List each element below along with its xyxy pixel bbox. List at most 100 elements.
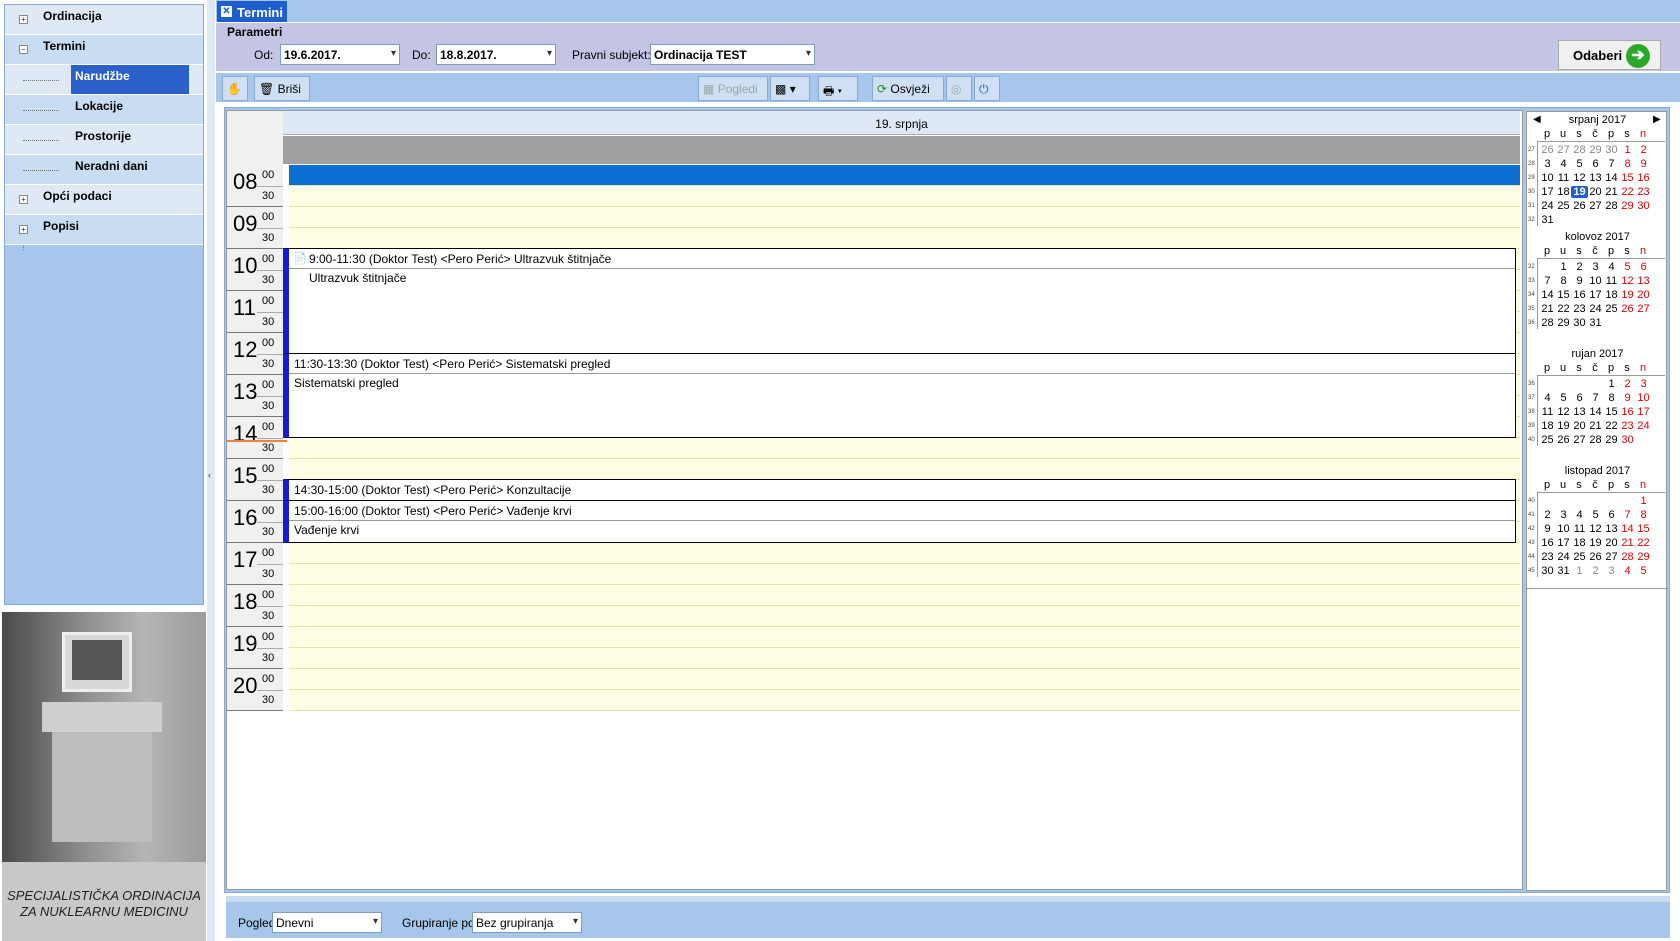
day-cell[interactable]: 13 bbox=[1603, 523, 1620, 535]
day-cell[interactable]: 3 bbox=[1587, 261, 1604, 273]
od-date-picker[interactable]: 19.6.2017. ▾ bbox=[280, 44, 400, 65]
day-cell[interactable]: 14 bbox=[1587, 406, 1604, 418]
day-cell[interactable]: 20 bbox=[1603, 537, 1620, 549]
day-cell[interactable]: 22 bbox=[1555, 303, 1572, 315]
day-cell[interactable]: 16 bbox=[1635, 172, 1652, 184]
new-appointment-button[interactable]: ✋ bbox=[222, 76, 248, 101]
expand-icon[interactable]: + bbox=[19, 15, 28, 24]
day-cell[interactable]: 5 bbox=[1619, 261, 1636, 273]
day-cell[interactable]: 4 bbox=[1619, 565, 1636, 577]
day-cell[interactable]: 1 bbox=[1555, 261, 1572, 273]
close-icon[interactable]: ✕ bbox=[221, 6, 232, 17]
day-cell[interactable]: 31 bbox=[1539, 214, 1556, 226]
day-cell[interactable]: 29 bbox=[1619, 200, 1636, 212]
day-cell[interactable]: 7 bbox=[1603, 158, 1620, 170]
day-cell[interactable]: 11 bbox=[1555, 172, 1572, 184]
day-cell[interactable]: 3 bbox=[1635, 378, 1652, 390]
collapse-icon[interactable]: − bbox=[19, 45, 28, 54]
time-slot[interactable] bbox=[283, 543, 1520, 564]
time-slot[interactable] bbox=[283, 207, 1520, 228]
collapse-arrow-icon[interactable]: ‹ bbox=[208, 470, 211, 480]
day-cell[interactable]: 20 bbox=[1571, 420, 1588, 432]
time-slot[interactable] bbox=[283, 564, 1520, 585]
day-cell[interactable]: 22 bbox=[1603, 420, 1620, 432]
time-slot[interactable] bbox=[283, 669, 1520, 690]
day-cell[interactable]: 31 bbox=[1555, 565, 1572, 577]
day-cell[interactable]: 25 bbox=[1555, 200, 1572, 212]
day-cell[interactable]: 29 bbox=[1587, 144, 1604, 156]
day-cell[interactable]: 16 bbox=[1571, 289, 1588, 301]
day-cell[interactable]: 2 bbox=[1539, 509, 1556, 521]
day-cell[interactable]: 1 bbox=[1619, 144, 1636, 156]
day-cell[interactable]: 1 bbox=[1571, 565, 1588, 577]
day-cell[interactable]: 2 bbox=[1587, 565, 1604, 577]
day-cell[interactable]: 20 bbox=[1587, 186, 1604, 198]
day-cell[interactable]: 6 bbox=[1603, 509, 1620, 521]
day-cell[interactable]: 5 bbox=[1635, 565, 1652, 577]
day-cell[interactable]: 24 bbox=[1555, 551, 1572, 563]
day-cell[interactable]: 28 bbox=[1571, 144, 1588, 156]
day-cell[interactable]: 5 bbox=[1555, 392, 1572, 404]
day-cell[interactable]: 15 bbox=[1603, 406, 1620, 418]
day-cell[interactable]: 18 bbox=[1571, 537, 1588, 549]
day-cell[interactable]: 12 bbox=[1571, 172, 1588, 184]
day-cell[interactable]: 13 bbox=[1571, 406, 1588, 418]
day-cell[interactable]: 5 bbox=[1587, 509, 1604, 521]
nav-item-4[interactable]: Prostorije bbox=[5, 125, 203, 155]
day-cell[interactable]: 18 bbox=[1539, 420, 1556, 432]
time-slot[interactable] bbox=[283, 459, 1520, 480]
time-slot[interactable] bbox=[283, 627, 1520, 648]
all-day-area[interactable] bbox=[283, 136, 1520, 164]
nav-item-1[interactable]: − Termini bbox=[5, 35, 203, 65]
day-cell[interactable]: 27 bbox=[1635, 303, 1652, 315]
time-slot[interactable] bbox=[283, 585, 1520, 606]
day-cell[interactable]: 25 bbox=[1539, 434, 1556, 446]
day-cell[interactable]: 12 bbox=[1555, 406, 1572, 418]
day-cell[interactable]: 24 bbox=[1587, 303, 1604, 315]
day-cell[interactable]: 6 bbox=[1587, 158, 1604, 170]
day-cell[interactable]: 1 bbox=[1603, 378, 1620, 390]
day-cell[interactable]: 19 bbox=[1587, 537, 1604, 549]
splitter[interactable]: ‹ bbox=[207, 0, 215, 941]
day-cell[interactable]: 25 bbox=[1603, 303, 1620, 315]
day-cell[interactable]: 17 bbox=[1539, 186, 1556, 198]
day-cell[interactable]: 3 bbox=[1539, 158, 1556, 170]
pogledi-button[interactable]: ▦ Pogledi bbox=[698, 76, 768, 101]
day-cell[interactable]: 22 bbox=[1619, 186, 1636, 198]
day-cell[interactable]: 8 bbox=[1603, 392, 1620, 404]
day-cell[interactable]: 20 bbox=[1635, 289, 1652, 301]
day-cell[interactable]: 6 bbox=[1635, 261, 1652, 273]
day-cell[interactable]: 23 bbox=[1539, 551, 1556, 563]
day-cell[interactable]: 11 bbox=[1539, 406, 1556, 418]
day-cell[interactable]: 12 bbox=[1619, 275, 1636, 287]
day-cell[interactable]: 21 bbox=[1587, 420, 1604, 432]
day-cell[interactable]: 2 bbox=[1619, 378, 1636, 390]
day-cell[interactable]: 11 bbox=[1571, 523, 1588, 535]
day-cell[interactable]: 11 bbox=[1603, 275, 1620, 287]
day-cell[interactable]: 19 bbox=[1555, 420, 1572, 432]
time-slots[interactable] bbox=[283, 165, 1520, 711]
day-cell[interactable]: 8 bbox=[1619, 158, 1636, 170]
day-cell[interactable]: 21 bbox=[1603, 186, 1620, 198]
do-date-picker[interactable]: 18.8.2017. ▾ bbox=[436, 44, 556, 65]
day-cell[interactable]: 18 bbox=[1555, 186, 1572, 198]
day-cell[interactable]: 7 bbox=[1587, 392, 1604, 404]
day-cell[interactable]: 23 bbox=[1619, 420, 1636, 432]
day-cell[interactable]: 8 bbox=[1635, 509, 1652, 521]
day-cell[interactable]: 8 bbox=[1555, 275, 1572, 287]
day-cell[interactable]: 19 bbox=[1571, 186, 1588, 198]
day-cell[interactable]: 9 bbox=[1539, 523, 1556, 535]
day-cell[interactable]: 17 bbox=[1555, 537, 1572, 549]
day-cell[interactable]: 27 bbox=[1603, 551, 1620, 563]
appointment[interactable]: 15:00-16:00 (Doktor Test) <Pero Perić> V… bbox=[283, 500, 1516, 543]
day-cell[interactable]: 27 bbox=[1555, 144, 1572, 156]
time-slot[interactable] bbox=[283, 690, 1520, 711]
day-cell[interactable]: 16 bbox=[1539, 537, 1556, 549]
expand-icon[interactable]: + bbox=[19, 225, 28, 234]
nav-item-2[interactable]: Narudžbe bbox=[5, 65, 203, 95]
day-cell[interactable]: 7 bbox=[1619, 509, 1636, 521]
nav-item-5[interactable]: Neradni dani bbox=[5, 155, 203, 185]
pravni-subjekt-select[interactable]: Ordinacija TEST ▾ bbox=[650, 44, 815, 65]
day-cell[interactable]: 9 bbox=[1635, 158, 1652, 170]
day-cell[interactable]: 24 bbox=[1539, 200, 1556, 212]
